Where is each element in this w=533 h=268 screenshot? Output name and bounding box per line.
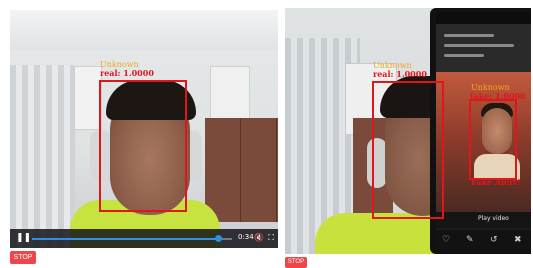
right-video-frame: Play video ♡ ✎ ↺ ✖ Unknown real: 1.0000 … [285,8,531,254]
face-score-label: real: 1.0000 [100,68,154,78]
phone-status-bar [436,12,531,24]
time-display: 0:34 [238,233,254,241]
curtain [10,65,75,248]
edit-icon[interactable]: ✎ [466,234,474,246]
fullscreen-icon[interactable]: ⛶ [266,232,276,244]
seek-bar[interactable] [32,235,232,242]
seek-handle[interactable] [215,235,222,242]
left-video-frame: Unknown real: 1.0000 [10,10,278,248]
ceiling [10,10,278,50]
delete-icon[interactable]: ✖ [514,234,522,246]
face-bounding-box [99,80,187,212]
stop-button-right[interactable]: STOP [285,257,307,268]
face-score-label-fake: fake: 1.0000 [470,91,526,101]
face-bounding-box-real [372,81,444,219]
phone-action-bar: ♡ ✎ ↺ ✖ [436,230,531,250]
phone-top-area [436,24,531,72]
heart-icon[interactable]: ♡ [442,234,450,246]
stop-button-left[interactable]: STOP [10,251,36,264]
pause-icon[interactable]: ❚❚ [16,233,31,244]
play-video-button[interactable]: Play video [478,215,509,222]
wall-cabinet [210,66,250,120]
wardrobe [205,118,278,222]
mute-icon[interactable]: 🔇 [254,232,264,244]
video-controls: ❚❚ 0:34 🔇 ⛶ [10,229,278,248]
face-score-label-real: real: 1.0000 [373,69,427,79]
seek-progress [32,238,218,240]
share-icon[interactable]: ↺ [490,234,498,246]
wall-cabinet [74,66,102,130]
face-bounding-box-fake [469,99,517,180]
fake-alert-label: Fake Alert! [471,177,521,187]
